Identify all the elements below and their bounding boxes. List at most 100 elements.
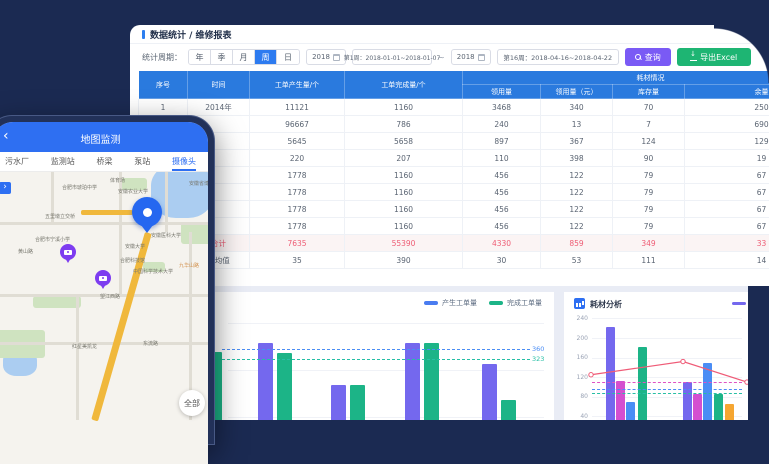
query-button[interactable]: 查询 [625,48,671,66]
filter-toolbar: 统计周期： 年季月周日 2018 第1周：2018-01-01~2018-01-… [130,44,769,70]
table-cell: 110 [463,150,541,167]
map-label: 望江西路 [100,293,120,300]
legend-line-icon[interactable] [732,302,746,305]
map-expand-button[interactable]: › [0,182,11,194]
table-cell: 456 [463,184,541,201]
phone-app-header: ‹ 地图监测 [0,122,208,152]
export-excel-button[interactable]: 导出Excel [677,48,751,66]
column-header: 库存量 [613,85,685,99]
legend-item[interactable]: 产生工单量 [424,298,477,308]
y-axis-tick-label: 240 [568,315,588,322]
week-start-input[interactable]: 第1周：2018-01-01~2018-01-07 [352,49,432,65]
table-cell: 67 [685,184,769,201]
table-cell: 30 [463,252,541,269]
table-cell: 220 [250,150,345,167]
bar-created [258,343,273,420]
camera-icon [99,276,107,281]
table-cell: 4330 [463,235,541,252]
year-start-value: 2018 [312,53,330,61]
selected-camera-marker[interactable] [132,197,162,227]
table-average-row: 平均值35390305311114 [139,252,769,269]
table-cell: 1778 [250,201,345,218]
table-cell: 367 [541,133,613,150]
period-option[interactable]: 季 [211,50,233,64]
table-cell: 96667 [250,116,345,133]
table-cell: 19 [685,150,769,167]
map-label: 安徽医科大学 [151,232,181,239]
breadcrumb-accent-bar [142,30,145,39]
consumable-bar [616,381,625,420]
phone-tab[interactable]: 桥梁 [97,152,113,171]
period-option[interactable]: 年 [189,50,211,64]
column-header: 时间 [188,71,250,99]
map-road [76,294,79,420]
legend-item[interactable]: 完成工单量 [489,298,542,308]
period-option[interactable]: 月 [233,50,255,64]
camera-icon [64,250,72,255]
table-cell: 122 [541,218,613,235]
week-end-input[interactable]: 第16周：2018-04-16~2018-04-22 [497,49,619,65]
bar-completed [350,385,365,420]
table-cell: 1160 [345,201,463,218]
phone-screen: ‹ 地图监测 污水厂 监测站 桥梁 泵站 摄像头 › 全部 [0,122,208,464]
period-option[interactable]: 日 [277,50,299,64]
column-header: 领用量 [463,85,541,99]
map-road [165,172,168,232]
table-cell: 129 [685,133,769,150]
workorder-chart-legend: 产生工单量 完成工单量 [424,298,542,308]
table-row: 5177811604561227967 [139,167,769,184]
camera-marker[interactable] [95,270,111,286]
map-label: 合肥市琥珀中学 [62,184,97,191]
table-cell: 67 [685,218,769,235]
period-segmented-control[interactable]: 年季月周日 [188,49,300,65]
table-cell: 35 [250,252,345,269]
table-cell: 5645 [250,133,345,150]
year-end-input[interactable]: 2018 [451,49,491,65]
map-label: 安徽农业大学 [118,188,148,195]
map-all-button[interactable]: 全部 [179,390,205,416]
table-cell: 5658 [345,133,463,150]
reference-line-label: 323 [532,355,544,363]
map-park [33,296,81,308]
phone-tab[interactable]: 监测站 [51,152,75,171]
table-cell: 122 [541,201,613,218]
table-cell: 67 [685,201,769,218]
map-label: 体育场 [110,177,125,184]
period-option[interactable]: 周 [255,50,277,64]
bar-created [482,364,497,420]
table-cell: 122 [541,167,613,184]
bar-chart-icon [574,298,585,309]
table-cell: 1 [139,99,188,116]
table-cell: 1160 [345,167,463,184]
workorder-chart: 产生工单量完成工单量 360323 [214,292,554,420]
consumable-chart: 耗材分析 2402001601208040 [564,292,748,420]
map-label: 红星美凯龙 [72,343,97,350]
table-cell: 859 [541,235,613,252]
phone-tab[interactable]: 污水厂 [5,152,29,171]
table-cell: 1160 [345,218,463,235]
camera-marker[interactable] [60,244,76,260]
table-cell: 2014年 [188,99,250,116]
table-cell: 690 [685,116,769,133]
table-cell: 250 [685,99,769,116]
map-label: 合肥科技馆 [120,257,145,264]
table-cell: 11121 [250,99,345,116]
map-canvas[interactable]: › 全部 合肥市琥珀中学体育场安徽农业大学安徽省博物馆五里墩立交桥合肥市宁溪小学… [0,172,208,464]
table-cell: 456 [463,167,541,184]
legend-label: 产生工单量 [442,298,477,308]
table-total-row: 合计763555390433085934933 [139,235,769,252]
phone-tab[interactable]: 摄像头 [172,152,196,171]
table-cell: 897 [463,133,541,150]
year-start-input[interactable]: 2018 [306,49,346,65]
table-cell: 207 [345,150,463,167]
period-label: 统计周期： [142,52,182,63]
column-header: 工单完成量/个 [345,71,463,99]
table-cell: 79 [613,201,685,218]
table-cell: 33 [685,235,769,252]
chart-gridline [228,323,544,324]
consumable-bar [725,404,734,420]
y-axis-tick-label: 160 [568,354,588,361]
reference-line [592,389,742,390]
phone-tab[interactable]: 泵站 [134,152,150,171]
calendar-icon [478,54,485,61]
